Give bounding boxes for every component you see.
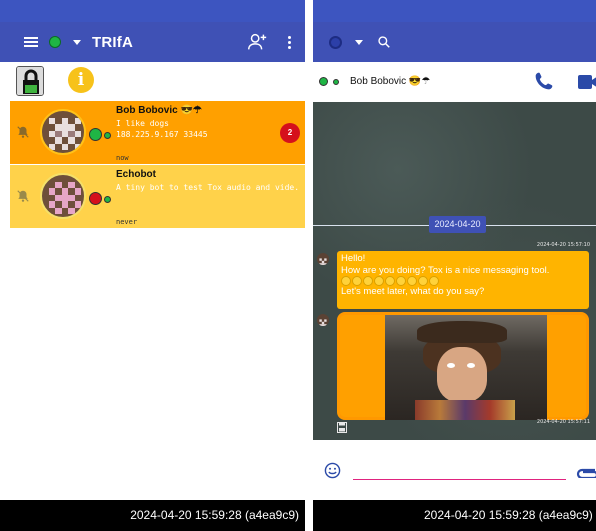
own-status-indicator[interactable] [49, 36, 61, 48]
chat-header: Bob Bobovic 😎☂ [313, 62, 596, 102]
chat-pane: Bob Bobovic 😎☂ 2024-04-20 2024-04-20 15:… [313, 0, 596, 531]
system-status-bar [0, 0, 305, 22]
incoming-message-bubble[interactable]: Hello! How are you doing? Tox is a nice … [337, 251, 589, 309]
emoji-icon [352, 276, 362, 286]
photo-scarf [415, 400, 515, 420]
photo-eye [467, 363, 475, 368]
identicon [49, 118, 81, 150]
contact-last-seen: never [116, 218, 138, 226]
photo-hat [417, 321, 507, 343]
emoji-icon [374, 276, 384, 286]
menu-icon[interactable] [24, 35, 38, 49]
message-timestamp: 2024-04-20 15:57:11 [536, 419, 590, 425]
system-status-bar [313, 0, 596, 22]
contact-status-indicator [319, 77, 328, 86]
add-friend-icon[interactable] [246, 31, 268, 53]
main-app-bar: TRIfA [0, 22, 305, 62]
build-info-footer: 2024-04-20 15:59:28 (a4ea9c9) [313, 500, 596, 531]
search-icon[interactable] [377, 35, 391, 49]
identicon [49, 182, 81, 214]
message-timestamp: 2024-04-20 15:57:10 [536, 242, 590, 248]
emoji-icon [418, 276, 428, 286]
phone-icon[interactable] [534, 71, 554, 91]
build-info-text: 2024-04-20 15:59:28 (a4ea9c9) [424, 508, 593, 522]
video-icon[interactable] [578, 75, 596, 89]
save-icon[interactable] [337, 422, 347, 433]
attach-icon[interactable] [575, 462, 596, 478]
contact-name: Echobot [116, 169, 156, 180]
emoji-icon [363, 276, 373, 286]
photo-face [437, 347, 487, 402]
sender-avatar [317, 253, 329, 265]
chevron-down-icon[interactable] [73, 39, 81, 45]
pane-divider [305, 0, 313, 531]
contact-status-indicator [89, 128, 102, 141]
contact-status-indicator [89, 192, 102, 205]
contact-last-seen: now [116, 154, 129, 162]
contact-status-message: A tiny bot to test Tox audio and vide. [116, 183, 300, 192]
overflow-menu-icon[interactable] [288, 34, 292, 51]
chat-app-bar [313, 22, 596, 62]
lock-icon[interactable] [16, 66, 44, 96]
app-root: TRIfA i Bob Bobovic 😎☂ I like dogs 188.2… [0, 0, 596, 531]
emoji-icon [396, 276, 406, 286]
info-icon[interactable]: i [68, 67, 94, 93]
message-input-field[interactable] [353, 479, 566, 480]
contact-name: Bob Bobovic 😎☂ [116, 105, 202, 116]
own-status-indicator[interactable] [329, 35, 342, 49]
received-photo[interactable] [385, 315, 547, 420]
photo-eye [447, 363, 455, 368]
smiley-icon[interactable] [324, 462, 341, 479]
incoming-image-message[interactable] [337, 312, 589, 420]
emoji-icon [385, 276, 395, 286]
message-text-line: Hello! [341, 253, 366, 264]
message-text-line: Let's meet later, what do you say? [341, 286, 485, 297]
emoji-row [341, 276, 585, 286]
contact-status-message: I like dogs 188.225.9.167 33445 [116, 119, 208, 139]
emoji-icon [407, 276, 417, 286]
avatar [40, 109, 86, 155]
contact-item-bob[interactable]: Bob Bobovic 😎☂ I like dogs 188.225.9.167… [10, 101, 305, 164]
contact-item-echobot[interactable]: Echobot A tiny bot to test Tox audio and… [10, 165, 305, 228]
chat-contact-name[interactable]: Bob Bobovic 😎☂ [350, 76, 430, 87]
notification-bell-icon[interactable] [16, 189, 30, 203]
contact-list-pane: TRIfA i Bob Bobovic 😎☂ I like dogs 188.2… [0, 0, 305, 531]
contact-connection-indicator [104, 132, 111, 139]
contact-connection-indicator [333, 79, 339, 85]
left-toolbar-row [0, 62, 305, 100]
notification-bell-icon[interactable] [16, 125, 30, 139]
unread-count-badge: 2 [280, 123, 300, 143]
emoji-icon [429, 276, 439, 286]
message-text-line: How are you doing? Tox is a nice messagi… [341, 264, 550, 276]
contact-connection-indicator [104, 196, 111, 203]
emoji-icon [341, 276, 351, 286]
app-title: TRIfA [92, 33, 133, 51]
date-separator: 2024-04-20 [429, 216, 486, 233]
message-input-bar [313, 440, 596, 500]
build-info-footer: 2024-04-20 15:59:28 (a4ea9c9) [0, 500, 305, 531]
avatar [40, 173, 86, 219]
sender-avatar [317, 314, 329, 326]
build-info-text: 2024-04-20 15:59:28 (a4ea9c9) [130, 508, 299, 522]
chat-message-area[interactable]: 2024-04-20 2024-04-20 15:57:10 Hello! Ho… [313, 102, 596, 440]
chevron-down-icon[interactable] [355, 39, 363, 45]
